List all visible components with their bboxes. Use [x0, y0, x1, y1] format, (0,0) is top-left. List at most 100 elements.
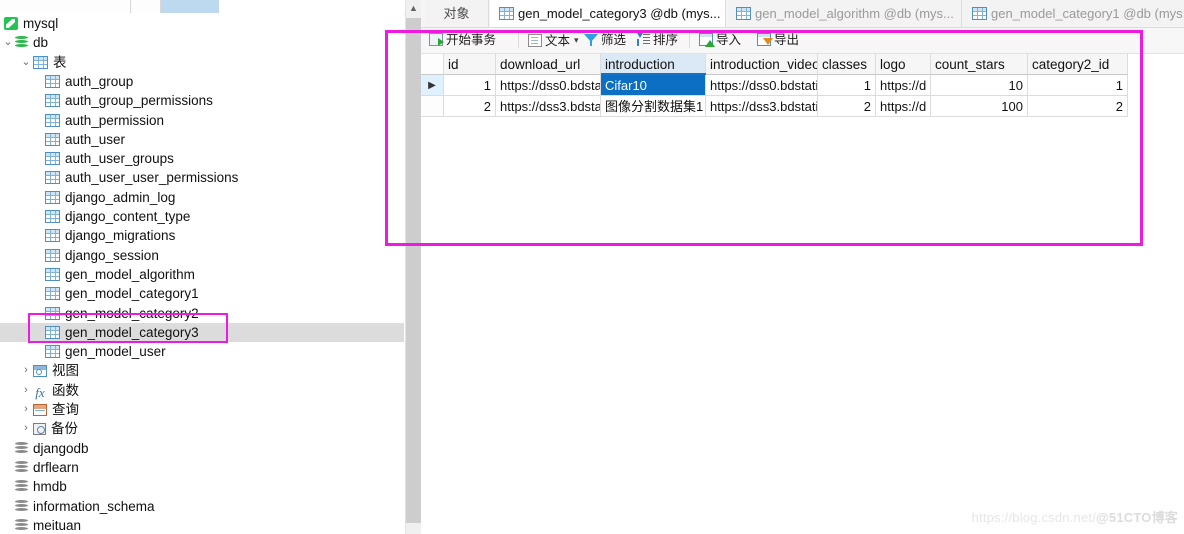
export-icon	[757, 33, 773, 46]
text-button[interactable]: 文本 ▾	[528, 30, 579, 51]
grid-toolbar[interactable]: 开始事务 文本 ▾ 筛选 排序 导入 导出	[421, 28, 1184, 54]
grid-row[interactable]: ▶ 1 https://dss0.bdsta Cifar10 https://dss0.…	[421, 75, 1184, 96]
grid-cell[interactable]: https://dss0.bdsta	[496, 75, 601, 96]
grid-column-header[interactable]: category2_id	[1028, 54, 1128, 75]
grid-cell[interactable]: 100	[931, 95, 1028, 117]
table-icon	[45, 152, 60, 166]
tree-item-[interactable]: › 查询	[0, 400, 404, 419]
tree-item-auth-user-user-permissions[interactable]: auth_user_user_permissions	[0, 168, 404, 187]
grid-cell[interactable]: 2	[444, 95, 496, 117]
tree-item-django-migrations[interactable]: django_migrations	[0, 226, 404, 245]
tab-objects[interactable]: 对象	[425, 0, 489, 27]
grid-cell[interactable]: https://d	[876, 95, 931, 117]
grid-column-header[interactable]: id	[444, 54, 496, 75]
grid-row-marker[interactable]: ▶	[421, 75, 444, 96]
grid-cell[interactable]: 2	[818, 95, 876, 117]
table-icon	[972, 7, 987, 20]
tree-item-django-session[interactable]: django_session	[0, 246, 404, 265]
grid-column-header[interactable]: logo	[876, 54, 931, 75]
tab-editor-3[interactable]: gen_model_category1 @db (mys...	[963, 0, 1184, 27]
tree-item-gen-model-category3[interactable]: gen_model_category3	[0, 322, 404, 342]
grid-cell[interactable]: Cifar10	[601, 75, 706, 96]
tree-item-gen-model-category1[interactable]: gen_model_category1	[0, 284, 404, 303]
scroll-up-icon[interactable]: ▲	[406, 0, 421, 17]
grid-cell[interactable]: 1	[1028, 75, 1128, 96]
editor-tab-bar[interactable]: 对象 gen_model_category3 @db (mys... gen_mod…	[421, 0, 1184, 28]
tree-item-mysql[interactable]: mysql	[0, 14, 404, 33]
import-button[interactable]: 导入	[699, 30, 741, 51]
tree-item-django-admin-log[interactable]: django_admin_log	[0, 188, 404, 207]
tree-twisty-icon[interactable]: ⌄	[20, 53, 32, 72]
tree-item-information-schema[interactable]: information_schema	[0, 497, 404, 516]
grid-cell[interactable]: 1	[818, 75, 876, 96]
table-icon	[45, 171, 60, 185]
tree-item-label: auth_user_groups	[65, 151, 174, 167]
tree-item-gen-model-algorithm[interactable]: gen_model_algorithm	[0, 265, 404, 284]
grid-cell[interactable]: 1	[444, 75, 496, 96]
tab-editor-1[interactable]: gen_model_category3 @db (mys...	[490, 0, 726, 27]
grid-column-header[interactable]: introduction_video_	[706, 54, 818, 75]
grid-row[interactable]: 2 https://dss3.bdsta 图像分割数据集1 https://dss3.…	[421, 95, 1184, 117]
grid-cell[interactable]: 2	[1028, 95, 1128, 117]
filter-icon	[584, 33, 598, 46]
tree-item-meituan[interactable]: meituan	[0, 516, 404, 534]
tree-item-[interactable]: ⌄ 表	[0, 53, 404, 72]
data-grid[interactable]: id download_url introduction introduction_v…	[421, 54, 1184, 534]
tree-twisty-icon[interactable]: ›	[20, 361, 32, 380]
grid-row-marker[interactable]	[421, 95, 444, 117]
grid-column-header[interactable]: count_stars	[931, 54, 1028, 75]
grid-column-header[interactable]: classes	[818, 54, 876, 75]
export-button[interactable]: 导出	[757, 30, 799, 51]
tree-item-gen-model-category2[interactable]: gen_model_category2	[0, 304, 404, 323]
import-label: 导入	[716, 33, 742, 47]
tree-item-hmdb[interactable]: hmdb	[0, 477, 404, 496]
tree-item-auth-group[interactable]: auth_group	[0, 72, 404, 91]
tree-item-drflearn[interactable]: drflearn	[0, 458, 404, 477]
grid-cell[interactable]: https://dss3.bdsta	[496, 95, 601, 117]
transaction-icon	[429, 33, 444, 46]
tree-item-label: auth_user_user_permissions	[65, 170, 239, 186]
tree-item-[interactable]: › fx 函数	[0, 381, 404, 400]
tree-item-django-content-type[interactable]: django_content_type	[0, 207, 404, 226]
begin-transaction-button[interactable]: 开始事务	[429, 30, 496, 51]
tree-item-label: 备份	[51, 421, 78, 437]
table-icon	[736, 7, 751, 20]
grid-cell[interactable]: https://dss3.bdstatic	[706, 95, 818, 117]
scrollbar-thumb[interactable]	[406, 18, 421, 523]
table-icon	[499, 7, 514, 20]
filter-button[interactable]: 筛选	[584, 30, 626, 51]
export-label: 导出	[774, 33, 800, 47]
tree-item-gen-model-user[interactable]: gen_model_user	[0, 342, 404, 361]
grid-column-header[interactable]: download_url	[496, 54, 601, 75]
tree-vertical-scrollbar[interactable]: ▲	[405, 0, 421, 534]
tree-item-label: django_session	[65, 247, 159, 263]
tree-item-db[interactable]: ⌄ db	[0, 33, 404, 52]
grid-cell[interactable]: https://dss0.bdstatic	[706, 75, 818, 96]
grid-cell[interactable]: 图像分割数据集1	[601, 95, 706, 117]
tree-item-auth-user[interactable]: auth_user	[0, 130, 404, 149]
chevron-down-icon[interactable]: ▾	[574, 30, 579, 51]
database-icon	[15, 480, 28, 493]
tree-twisty-icon[interactable]: ›	[20, 419, 32, 438]
sort-button[interactable]: 排序	[636, 30, 678, 51]
tree-item-auth-permission[interactable]: auth_permission	[0, 111, 404, 130]
sort-label: 排序	[653, 33, 679, 47]
object-tree-panel[interactable]: mysql ⌄ db ⌄ 表 auth_group auth_group_permissio…	[0, 14, 404, 534]
tree-item-auth-user-groups[interactable]: auth_user_groups	[0, 149, 404, 168]
tree-item-[interactable]: › 视图	[0, 361, 404, 380]
grid-cell[interactable]: 10	[931, 75, 1028, 96]
table-icon	[45, 132, 60, 146]
sort-icon	[636, 33, 650, 46]
tree-item-[interactable]: › 备份	[0, 419, 404, 438]
tree-twisty-icon[interactable]: ›	[20, 400, 32, 419]
toolbar-separator-2	[689, 32, 690, 48]
tree-twisty-icon[interactable]: ›	[20, 381, 32, 400]
grid-cell[interactable]: https://d	[876, 75, 931, 96]
import-icon	[699, 33, 715, 47]
tab-editor-2[interactable]: gen_model_algorithm @db (mys...	[727, 0, 962, 27]
tree-item-auth-group-permissions[interactable]: auth_group_permissions	[0, 91, 404, 110]
tree-twisty-icon[interactable]: ⌄	[2, 33, 14, 52]
tree-item-label: auth_group_permissions	[65, 93, 213, 109]
grid-column-header[interactable]: introduction	[601, 54, 706, 75]
tree-item-djangodb[interactable]: djangodb	[0, 439, 404, 458]
